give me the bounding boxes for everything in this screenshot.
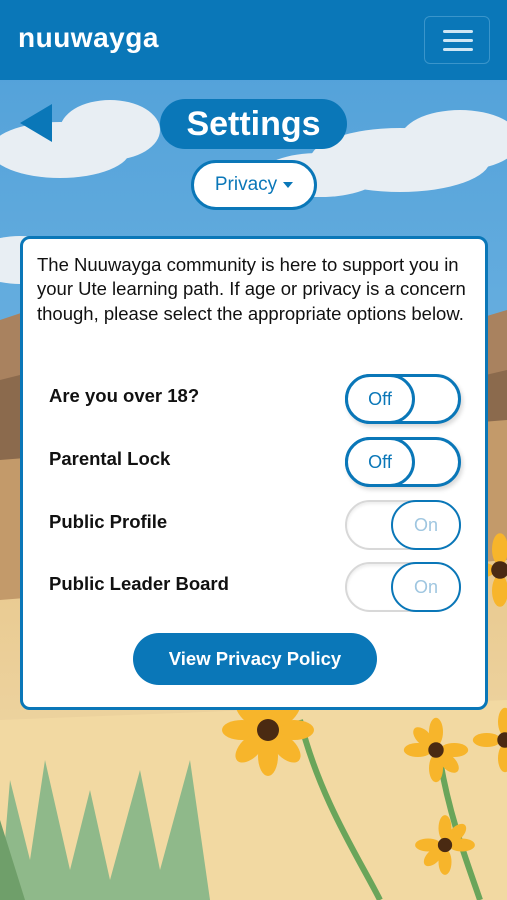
- section-dropdown[interactable]: Privacy: [191, 160, 317, 210]
- top-app-bar: nuuwayga: [0, 0, 507, 80]
- hamburger-menu-icon-bar: [443, 39, 473, 42]
- toggle-knob: On: [391, 500, 461, 550]
- parental-lock-label: Parental Lock: [49, 448, 171, 469]
- toggle-knob: Off: [345, 374, 415, 424]
- back-arrow-icon[interactable]: [18, 102, 54, 144]
- parental-lock-toggle[interactable]: Off: [345, 437, 461, 487]
- menu-button[interactable]: [424, 16, 490, 64]
- toggle-knob: Off: [345, 437, 415, 487]
- section-dropdown-value: Privacy: [214, 174, 278, 195]
- caret-down-icon: [283, 181, 294, 188]
- toggle-knob: On: [391, 562, 461, 612]
- privacy-settings-card: The Nuuwayga community is here to suppor…: [20, 236, 488, 710]
- over-18-label: Are you over 18?: [49, 385, 200, 406]
- public-profile-label: Public Profile: [49, 511, 168, 532]
- app-brand[interactable]: nuuwayga: [18, 22, 159, 54]
- public-profile-toggle[interactable]: On: [345, 500, 461, 550]
- view-privacy-policy-button[interactable]: View Privacy Policy: [133, 633, 377, 685]
- over-18-toggle[interactable]: Off: [345, 374, 461, 424]
- privacy-intro-text: The Nuuwayga community is here to suppor…: [37, 254, 466, 324]
- public-leader-board-toggle[interactable]: On: [345, 562, 461, 612]
- hamburger-menu-icon-bar: [443, 48, 473, 51]
- hamburger-menu-icon: [443, 30, 473, 33]
- page-title: Settings: [160, 99, 347, 149]
- public-leader-board-label: Public Leader Board: [49, 573, 229, 594]
